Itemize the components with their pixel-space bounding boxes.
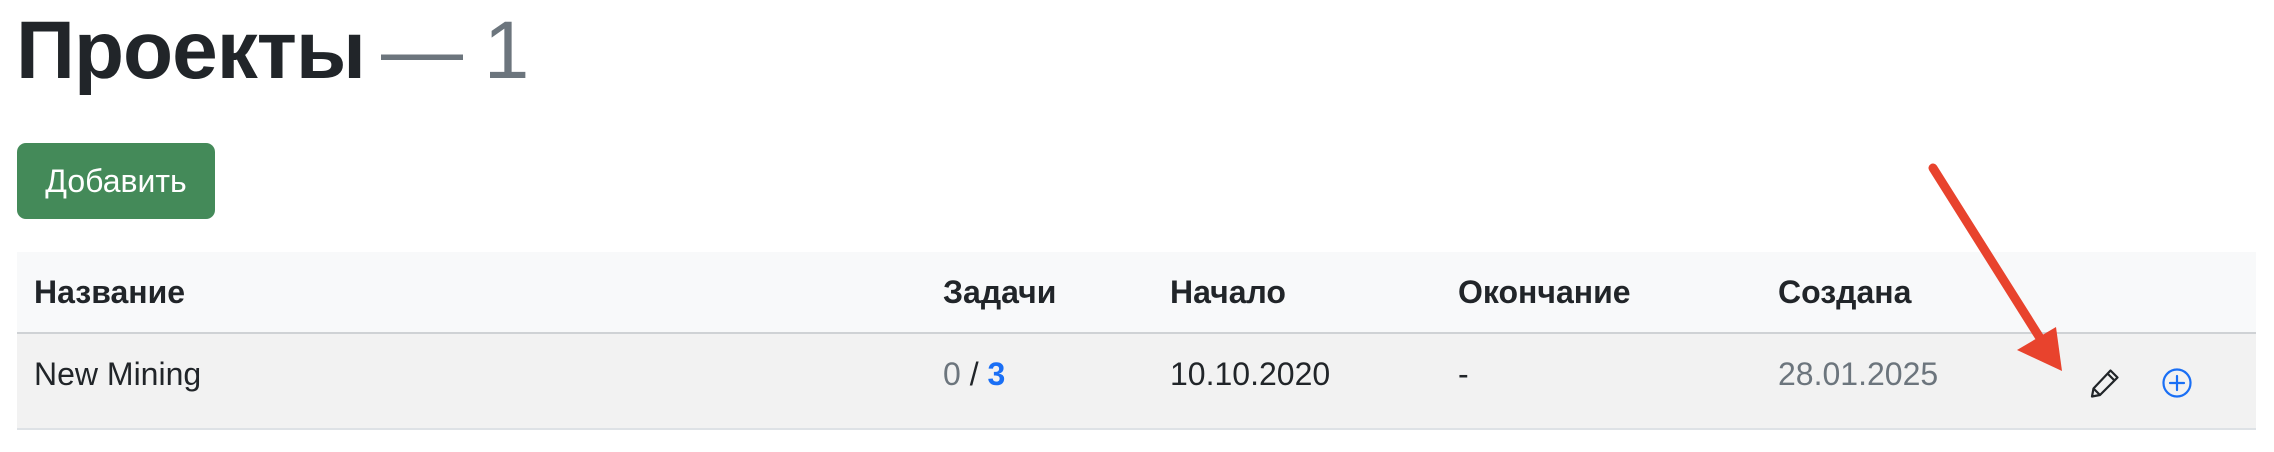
column-header-name: Название <box>34 274 186 310</box>
plus-circle-icon <box>2162 368 2192 398</box>
tasks-done-count: 0 <box>943 356 961 392</box>
column-header-created: Создана <box>1778 274 1912 310</box>
tasks-total-link[interactable]: 3 <box>987 356 1005 392</box>
column-header-tasks: Задачи <box>943 274 1057 310</box>
project-name: New Mining <box>34 356 202 392</box>
edit-project-button[interactable] <box>2088 366 2122 405</box>
page-title: Проекты — 1 <box>16 5 529 96</box>
projects-page: Проекты — 1 Добавить Название Задачи Нача… <box>0 0 2274 452</box>
page-title-text: Проекты <box>16 5 366 96</box>
add-subitem-button[interactable] <box>2160 366 2194 405</box>
project-start-date: 10.10.2020 <box>1170 356 1331 392</box>
table-header: Название Задачи Начало Окончание Создана <box>17 252 2256 334</box>
project-end-date: - <box>1458 356 1469 392</box>
tasks-separator: / <box>960 356 988 392</box>
project-tasks: 0 / 3 <box>943 356 1005 393</box>
project-created-date: 28.01.2025 <box>1778 356 1939 392</box>
table-row: New Mining 0 / 3 10.10.2020 - 28.01.2025 <box>17 334 2256 430</box>
add-project-button[interactable]: Добавить <box>17 143 215 219</box>
column-header-start: Начало <box>1170 274 1286 310</box>
pencil-icon <box>2090 369 2119 398</box>
column-header-end: Окончание <box>1458 274 1631 310</box>
project-count: — 1 <box>380 5 529 96</box>
